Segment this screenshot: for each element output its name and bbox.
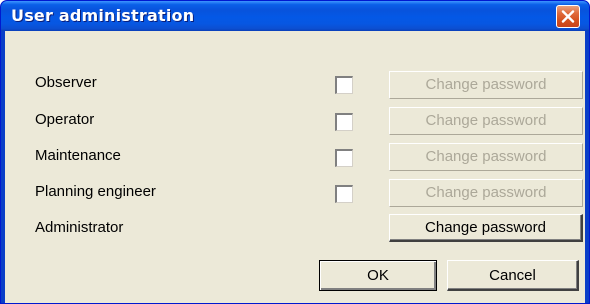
role-label-operator: Operator [35,111,95,128]
cancel-button[interactable]: Cancel [447,260,579,291]
change-password-button-operator[interactable]: Change password [389,107,583,135]
checkbox-maintenance[interactable] [335,149,353,167]
dialog-body: Observer Change password Operator Change… [5,31,585,303]
change-password-button-maintenance[interactable]: Change password [389,143,583,171]
checkbox-planning-engineer[interactable] [335,185,353,203]
checkbox-operator[interactable] [335,113,353,131]
ok-button[interactable]: OK [319,260,437,291]
title-bar[interactable]: User administration [1,1,589,31]
change-password-button-administrator[interactable]: Change password [389,214,583,242]
user-administration-dialog: User administration Observer Change pass… [0,0,590,304]
role-label-observer: Observer [35,74,97,91]
role-label-administrator: Administrator [35,219,124,236]
change-password-button-planning-engineer[interactable]: Change password [389,179,583,207]
checkbox-observer[interactable] [335,76,353,94]
window-title: User administration [11,6,195,25]
role-label-maintenance: Maintenance [35,147,121,164]
change-password-button-observer[interactable]: Change password [389,71,583,99]
role-label-planning-engineer: Planning engineer [35,183,156,200]
close-icon [561,10,575,23]
close-button[interactable] [556,5,580,28]
